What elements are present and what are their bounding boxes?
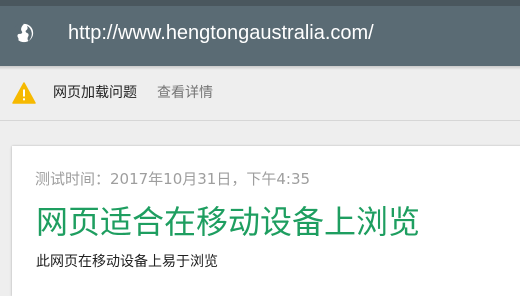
address-bar: http://www.hengtongaustralia.com/: [0, 0, 520, 66]
result-description: 此网页在移动设备上易于浏览: [36, 254, 218, 270]
view-details-link[interactable]: 查看详情: [157, 83, 213, 103]
page-loading-issues-label: 网页加载问题: [53, 85, 137, 101]
globe-icon: [12, 22, 35, 44]
page-loading-issues-bar: 网页加载问题 查看详情: [0, 70, 520, 118]
url-text[interactable]: http://www.hengtongaustralia.com/: [68, 20, 374, 46]
divider: [0, 120, 520, 121]
test-timestamp: 测试时间：2017年10月31日，下午4:35: [35, 170, 311, 188]
result-title: 网页适合在移动设备上浏览: [36, 203, 421, 241]
warning-icon: [12, 82, 36, 104]
mobile-friendly-result-card: 测试时间：2017年10月31日，下午4:35 网页适合在移动设备上浏览 此网页…: [12, 146, 520, 296]
